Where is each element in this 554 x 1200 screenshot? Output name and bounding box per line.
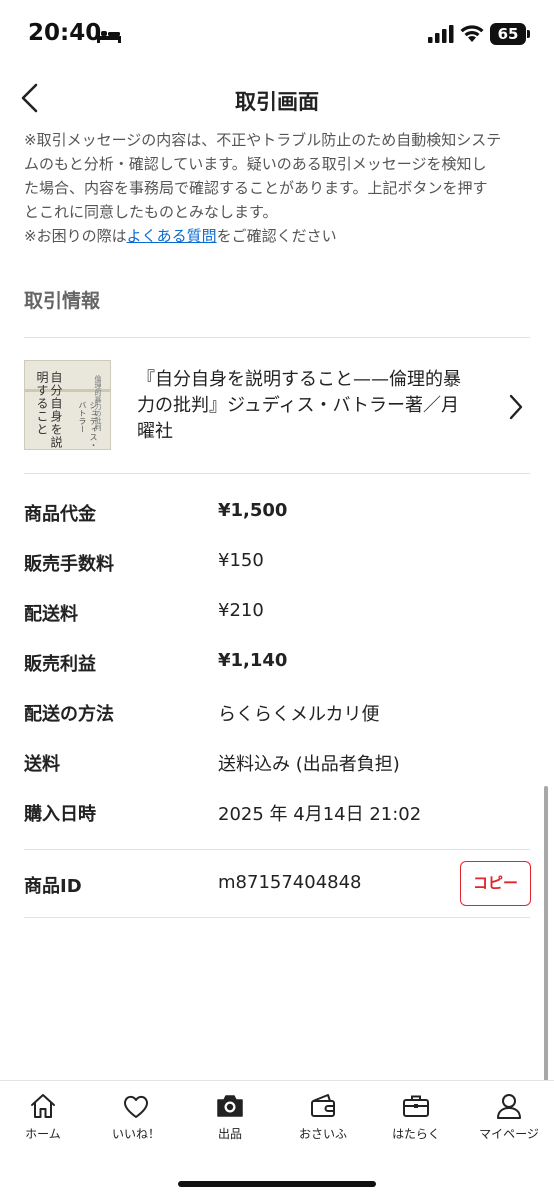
battery-level: 65 xyxy=(497,25,519,43)
chevron-right-icon xyxy=(509,394,523,420)
camera-icon xyxy=(217,1095,243,1117)
info-row-purchase-date: 購入日時 2025 年 4月14日 21:02 xyxy=(24,800,530,830)
section-title-transaction-info: 取引情報 xyxy=(24,290,101,312)
tab-mypage[interactable]: マイページ xyxy=(463,1091,554,1151)
purchase-date-label: 購入日時 xyxy=(24,804,96,825)
cellular-signal-icon xyxy=(428,25,454,43)
info-row-delivery-method: 配送の方法 らくらくメルカリ便 xyxy=(24,700,530,730)
profit-value: ¥1,140 xyxy=(218,650,288,671)
cover-title: 自分自身を説明すること xyxy=(35,371,63,449)
notice-line: とこれに同意したものとみなします。 xyxy=(24,203,278,221)
copy-button[interactable]: コピー xyxy=(460,861,531,906)
divider xyxy=(24,473,530,474)
price-label: 商品代金 xyxy=(24,504,96,525)
shipping-label: 配送料 xyxy=(24,604,78,625)
tab-label: おさいふ xyxy=(298,1127,347,1141)
divider xyxy=(24,849,530,850)
fee-label: 販売手数料 xyxy=(24,554,114,575)
wallet-icon xyxy=(311,1094,335,1117)
tab-sell[interactable]: 出品 xyxy=(184,1091,276,1151)
item-id-label: 商品ID xyxy=(24,876,82,897)
price-value: ¥1,500 xyxy=(218,500,288,521)
notice-faq-suffix: をご確認ください xyxy=(216,227,337,245)
purchase-date-value: 2025 年 4月14日 21:02 xyxy=(218,804,422,825)
fee-value: ¥150 xyxy=(218,550,264,571)
notice-faq-prefix: ※お困りの際は xyxy=(24,227,127,245)
notice-faq-line: ※お困りの際はよくある質問をご確認ください xyxy=(24,224,536,248)
wifi-icon xyxy=(460,25,484,42)
info-row-shipping: 配送料 ¥210 xyxy=(24,600,530,630)
product-thumbnail: 自分自身を説明すること ジュディス・バトラー 倫理的暴力の批判 xyxy=(24,360,111,450)
status-time: 20:40 xyxy=(28,20,102,46)
faq-link[interactable]: よくある質問 xyxy=(127,227,217,245)
profit-label: 販売利益 xyxy=(24,654,96,675)
tab-label: ホーム xyxy=(25,1127,61,1141)
tab-label: マイページ xyxy=(479,1127,539,1141)
tab-wallet[interactable]: おさいふ xyxy=(277,1091,369,1151)
divider xyxy=(24,917,530,918)
delivery-method-value: らくらくメルカリ便 xyxy=(218,704,380,725)
scrollbar[interactable] xyxy=(544,786,548,1086)
page-title: 取引画面 xyxy=(235,90,319,114)
briefcase-icon xyxy=(403,1095,429,1117)
tab-likes[interactable]: いいね！ xyxy=(90,1091,182,1151)
notice-line: た場合、内容を事務局で確認することがあります。上記ボタンを押す xyxy=(24,179,488,197)
divider xyxy=(24,337,530,338)
postage-value: 送料込み (出品者負担) xyxy=(218,754,400,775)
delivery-method-label: 配送の方法 xyxy=(24,704,114,725)
product-name: 『自分自身を説明すること——倫理的暴力の批判』ジュディス・バトラー著／月曜社 xyxy=(137,369,461,442)
tab-label: 出品 xyxy=(217,1127,242,1141)
battery-indicator: 65 xyxy=(490,23,526,45)
heart-icon xyxy=(123,1095,149,1118)
tab-label: いいね！ xyxy=(111,1127,160,1141)
shipping-value: ¥210 xyxy=(218,600,264,621)
notice-line: ※取引メッセージの内容は、不正やトラブル防止のため自動検知システ xyxy=(24,131,502,149)
status-bar: 20:40 65 xyxy=(0,0,554,70)
tab-work[interactable]: はたらく xyxy=(370,1091,462,1151)
tab-label: はたらく xyxy=(392,1127,440,1141)
info-row-price: 商品代金 ¥1,500 xyxy=(24,500,530,530)
notice-line: ムのもと分析・確認しています。疑いのある取引メッセージを検知し xyxy=(24,155,487,173)
info-row-postage: 送料 送料込み (出品者負担) xyxy=(24,750,530,780)
home-icon xyxy=(31,1094,55,1118)
cover-subtitle: 倫理的暴力の批判 xyxy=(94,375,102,431)
battery-tip xyxy=(527,30,530,38)
info-row-profit: 販売利益 ¥1,140 xyxy=(24,650,530,680)
person-icon xyxy=(497,1094,521,1119)
tab-home[interactable]: ホーム xyxy=(0,1091,89,1151)
notice-text: ※取引メッセージの内容は、不正やトラブル防止のため自動検知システ ムのもと分析・… xyxy=(24,128,536,248)
product-item-row[interactable]: 自分自身を説明すること ジュディス・バトラー 倫理的暴力の批判 『自分自身を説明… xyxy=(0,340,554,472)
home-indicator[interactable] xyxy=(178,1181,376,1187)
info-row-fee: 販売手数料 ¥150 xyxy=(24,550,530,580)
navigation-bar: 取引画面 xyxy=(0,70,554,126)
item-id-value: m87157404848 xyxy=(218,872,362,893)
postage-label: 送料 xyxy=(24,754,60,775)
sleep-bed-icon xyxy=(97,29,121,43)
info-row-item-id: 商品ID m87157404848 xyxy=(24,872,530,902)
